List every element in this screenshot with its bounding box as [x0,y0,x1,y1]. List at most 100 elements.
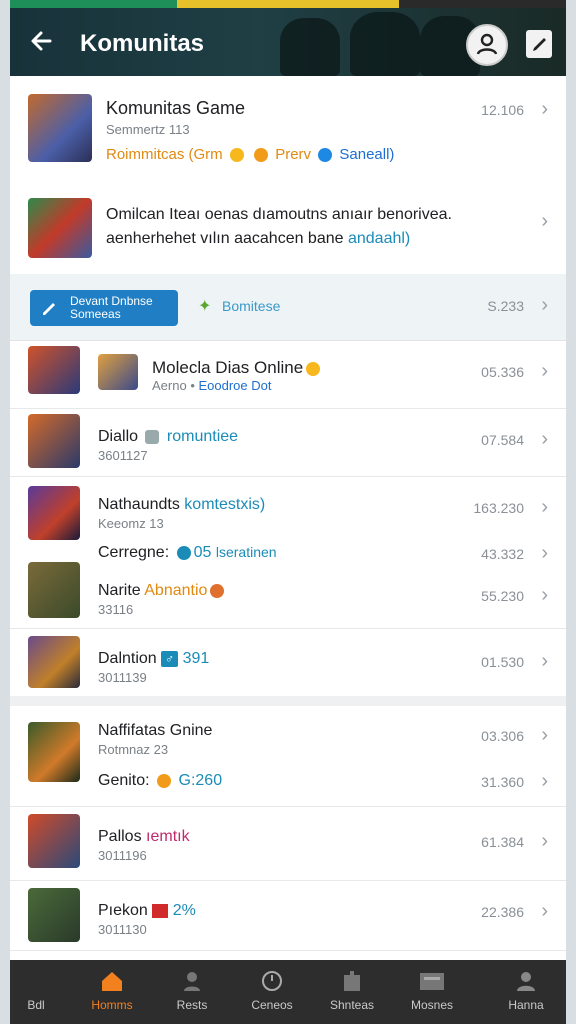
game-thumbnail [28,486,80,540]
item-title: Diallo romuntiee [98,428,239,445]
item-subtitle: Rotmnaz 23 [98,742,169,757]
card-title: Komunitas Game [106,98,246,118]
header-art [280,18,340,76]
list-item[interactable]: Molecla Dias Online Aerno • Eoodroe Dot … [10,340,566,409]
back-arrow-icon[interactable] [28,28,56,56]
item-subtitle: 3011196 [98,848,147,863]
tab-label: Rests [176,998,208,1012]
home-icon [99,970,125,992]
tab-bdl[interactable]: Bdl [10,966,76,1020]
item-title: Genito: G:260 [98,772,223,789]
chevron-right-icon: › [541,830,548,852]
tab-label: Shnteas [329,998,375,1012]
chevron-right-icon: › [541,542,548,564]
clock-icon [259,970,285,992]
tab-rests[interactable]: Rests [152,966,232,1020]
chevron-right-icon: › [541,724,548,746]
tab-label: Bdl [27,998,45,1012]
chevron-right-icon: › [541,360,548,382]
blank-icon [23,970,49,992]
bin-icon [145,429,160,444]
item-count: 22.386 [481,904,524,920]
item-title: Naffifatas Gnine [98,722,213,739]
list-item[interactable]: Diallo romuntiee 3601127 07.584 › [10,408,566,477]
edit-icon[interactable] [526,30,552,58]
tab-label: Mosnes [410,998,454,1012]
chevron-right-icon: › [541,98,548,120]
item-title: Dalntion ♂ 391 [98,650,210,667]
badge-icon [152,903,169,918]
card-description: aenherhehet vılın aacahcen bane andaahl) [106,230,410,248]
game-thumbnail [28,198,92,258]
item-subtitle: Keeomz 13 [98,516,164,531]
chevron-right-icon: › [541,770,548,792]
section-divider [10,696,566,706]
chevron-right-icon: › [541,900,548,922]
list-item[interactable]: Dalntion ♂ 391 3011139 01.530 › [10,628,566,697]
badge-icon: ♂ [161,651,179,667]
page-title: Komunitas [80,30,205,57]
profile-icon[interactable] [466,24,508,66]
list-item[interactable]: Pıekon 2% 3011130 22.386 › [10,880,566,951]
item-count: 03.306 [481,728,524,744]
chevron-right-icon: › [541,584,548,606]
promo-label: Bomitese [222,298,281,314]
tab-shnteas[interactable]: Shnteas [312,966,392,1020]
item-count: 43.332 [481,546,524,562]
tab-label: Ceneos [251,998,293,1012]
card-subtitle: Semmertz 113 [106,122,190,137]
featured-card[interactable]: Omilcan Iteaı oenas dıamoutns anıaır ben… [10,182,566,275]
promo-count: S.233 [487,298,524,314]
person-icon [179,970,205,992]
tab-mosnes[interactable]: Mosnes [392,966,472,1020]
emoji-icon [306,361,321,376]
chevron-right-icon: › [541,650,548,672]
list-item[interactable]: Nathaundts komtestxis) Keeomz 13 163.230… [10,476,566,629]
item-subtitle: 3601127 [98,448,148,463]
tag-text: Roimmitcas (Grm [106,146,223,163]
chevron-right-icon: › [541,210,548,232]
item-title: Pallos ıemtık [98,828,190,845]
game-thumbnail [28,888,80,942]
game-thumbnail [28,346,80,394]
item-title: Cerregne: 05 lseratinen [98,544,277,561]
item-count: 55.230 [481,588,524,604]
item-tag: komtestxis) [184,496,266,513]
promo-row[interactable]: Devant Dnbnse Someeas ✦ Bomitese S.233 › [10,274,566,341]
store-icon [339,970,365,992]
game-thumbnail [28,722,80,782]
user-icon [513,970,539,992]
item-title: Nathaundts komtestxis) [98,496,266,513]
chevron-right-icon: › [541,428,548,450]
tag-text: Saneall) [339,146,395,163]
item-title: Pıekon 2% [98,902,196,919]
card-tags: Roimmitcas (Grm Prerv Saneall) [106,146,394,163]
tab-hanna[interactable]: Hanna [486,966,566,1020]
emoji-icon [157,773,172,788]
list-item[interactable]: Naffifatas Gnine Rotmnaz 23 03.306 › Gen… [10,706,566,807]
item-tag: romuntiee [166,428,239,445]
status-stripe [10,0,566,8]
game-thumbnail [28,414,80,468]
list-item[interactable]: Pallos ıemtık 3011196 61.384 › [10,806,566,881]
emoji-icon [210,583,225,598]
item-subtitle: 33116 [98,602,134,617]
chevron-right-icon: › [541,496,548,518]
game-thumbnail [28,814,80,868]
emoji-icon [229,148,244,163]
item-count: 31.360 [481,774,524,790]
item-count: 01.530 [481,654,524,670]
tab-ceneos[interactable]: Ceneos [232,966,312,1020]
card-count: 12.106 [481,102,524,118]
item-subtitle: 3011139 [98,670,147,685]
tab-home[interactable]: Homms [72,966,152,1020]
promo-button[interactable]: Devant Dnbnse Someeas [30,290,178,326]
game-thumbnail [28,562,80,618]
tab-label: Homms [91,998,133,1012]
item-count: 05.336 [481,364,524,380]
item-count: 07.584 [481,432,524,448]
chat-icon [176,545,191,560]
promo-button-label: Devant Dnbnse Someeas [70,294,153,321]
featured-card[interactable]: Komunitas Game Semmertz 113 Roimmitcas (… [10,76,566,183]
tab-label: Hanna [508,998,544,1012]
